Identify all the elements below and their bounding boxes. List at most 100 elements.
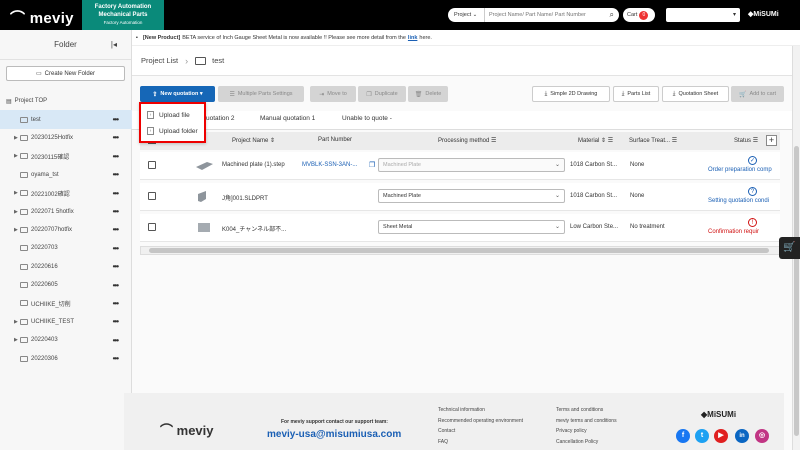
footer-misumi-logo[interactable]: ◆MiSUMi — [701, 410, 736, 419]
processing-method-select[interactable]: Machined Plate ⌄ — [378, 189, 565, 203]
vertical-scrollbar-thumb[interactable] — [794, 146, 799, 436]
footer-email-link[interactable]: meviy-usa@misumiusa.com — [267, 429, 401, 440]
more-options-icon[interactable]: ••• — [113, 152, 119, 161]
sidebar-folder-item[interactable]: ▶ 20230115確認 ••• — [0, 147, 132, 165]
table-row[interactable]: K004_チャンネル部不... Sheet Metal ⌄ Low Carbon St… — [140, 214, 780, 242]
more-options-icon[interactable]: ••• — [113, 225, 119, 234]
sidebar-folder-item[interactable]: 20220306 ••• — [0, 349, 132, 367]
more-options-icon[interactable]: ••• — [113, 133, 119, 142]
sidebar-folder-item[interactable]: ▶ 2022071 5hotfix ••• — [0, 202, 132, 220]
col-status[interactable]: Status ☰ — [734, 137, 758, 144]
col-surface[interactable]: Surface Treat... ☰ — [629, 137, 677, 144]
misumi-logo[interactable]: ◆MiSUMi — [748, 10, 779, 18]
scrollbar-thumb[interactable] — [149, 248, 769, 253]
move-to-button[interactable]: ⇥ Move to — [310, 86, 356, 102]
more-options-icon[interactable]: ••• — [113, 244, 119, 253]
banner-link[interactable]: link — [408, 35, 417, 41]
col-processing[interactable]: Processing method ☰ — [438, 137, 496, 144]
factory-automation-badge[interactable]: Factory Automation Mechanical Parts Fact… — [82, 0, 164, 30]
quotation-sheet-button[interactable]: ⤓ Quotation Sheet — [662, 86, 729, 102]
sidebar-folder-item[interactable]: UCHIIKE_切削 ••• — [0, 294, 132, 312]
part-number[interactable]: MVBLK-SSN-3AN-... — [302, 162, 357, 168]
sidebar-folder-item[interactable]: ▶ 20221002確認 ••• — [0, 184, 132, 202]
status-cell[interactable]: ! Confirmation requir — [708, 218, 798, 235]
delete-button[interactable]: 🗑 Delete — [408, 86, 448, 102]
tab-unable-to-quote[interactable]: Unable to quote - — [342, 115, 392, 122]
table-row[interactable]: J角]001.SLDPRT Machined Plate ⌄ 1018 Carbon … — [140, 183, 780, 211]
part-thumbnail[interactable] — [195, 190, 213, 203]
row-checkbox[interactable] — [148, 192, 156, 200]
sidebar-folder-item[interactable]: ▶ UCHIIKE_TEST ••• — [0, 313, 132, 331]
project-top-item[interactable]: ▤ Project TOP — [0, 92, 132, 110]
table-row[interactable]: Machined plate (1).step MVBLK-SSN-3AN-...… — [140, 152, 780, 180]
col-material[interactable]: Material ⇕ ☰ — [578, 137, 613, 144]
floating-cart-icon[interactable]: 🛒 — [779, 237, 800, 259]
footer-link[interactable]: FAQ — [438, 437, 523, 448]
project-name[interactable]: K004_チャンネル部不... — [222, 224, 286, 233]
breadcrumb-root[interactable]: Project List — [141, 56, 178, 65]
tab-manual-quotation[interactable]: Manual quotation 1 — [260, 115, 315, 122]
cart-button[interactable]: Cart 0 — [623, 8, 655, 22]
user-select[interactable]: ▾ — [666, 8, 740, 22]
processing-method-select[interactable]: Sheet Metal ⌄ — [378, 220, 565, 234]
tab-auto-quotation[interactable]: uotation 2 — [206, 115, 235, 122]
row-checkbox[interactable] — [148, 161, 156, 169]
more-options-icon[interactable]: ••• — [113, 115, 119, 124]
footer-link[interactable]: Technical information — [438, 405, 523, 416]
add-column-button[interactable]: + — [766, 135, 777, 146]
copy-icon[interactable]: ❐ — [369, 161, 375, 169]
more-options-icon[interactable]: ••• — [113, 354, 119, 363]
add-to-cart-button[interactable]: 🛒 Add to cart — [731, 86, 784, 102]
processing-method-select[interactable]: Machined Plate ⌄ — [378, 158, 565, 172]
row-checkbox[interactable] — [148, 223, 156, 231]
instagram-icon[interactable]: ◎ — [755, 429, 769, 443]
facebook-icon[interactable]: f — [676, 429, 690, 443]
part-thumbnail[interactable] — [195, 221, 213, 234]
youtube-icon[interactable]: ▶ — [714, 429, 728, 443]
new-quotation-button[interactable]: ⇪ New quotation ▾ — [140, 86, 215, 102]
horizontal-scrollbar[interactable] — [140, 246, 780, 255]
footer-link[interactable]: Recommended operating environment — [438, 416, 523, 427]
part-thumbnail[interactable] — [195, 159, 213, 172]
sidebar-folder-item[interactable]: ▶ 20220707hotfix ••• — [0, 221, 132, 239]
footer-link[interactable]: meviy terms and conditions — [556, 416, 617, 427]
create-folder-button[interactable]: ▭ Create New Folder — [6, 66, 125, 81]
footer-meviy-logo[interactable]: ⌒ meviy — [160, 420, 214, 439]
upload-folder-item[interactable]: ↑ Upload folder — [147, 127, 198, 135]
more-options-icon[interactable]: ••• — [113, 207, 119, 216]
col-project-name[interactable]: Project Name ⇕ — [232, 137, 275, 144]
more-options-icon[interactable]: ••• — [113, 170, 119, 179]
more-options-icon[interactable]: ••• — [113, 262, 119, 271]
search-scope-select[interactable]: Project ⌄ — [448, 8, 485, 22]
sidebar-folder-item[interactable]: ▶ 20230125Hotfix ••• — [0, 129, 132, 147]
sidebar-folder-item[interactable]: 20220616 ••• — [0, 258, 132, 276]
more-options-icon[interactable]: ••• — [113, 281, 119, 290]
sidebar-folder-item[interactable]: ▶ 20220403 ••• — [0, 331, 132, 349]
multiple-parts-settings-button[interactable]: ☰ Multiple Parts Settings — [218, 86, 304, 102]
more-options-icon[interactable]: ••• — [113, 336, 119, 345]
parts-list-button[interactable]: ⤓ Parts List — [613, 86, 659, 102]
footer-link[interactable]: Privacy policy — [556, 426, 617, 437]
sidebar-folder-item[interactable]: test ••• — [0, 110, 132, 129]
footer-link[interactable]: Cancellation Policy — [556, 437, 617, 448]
project-name[interactable]: Machined plate (1).step — [222, 162, 285, 168]
duplicate-button[interactable]: ❐ Duplicate — [358, 86, 406, 102]
sidebar-folder-item[interactable]: 20220605 ••• — [0, 276, 132, 294]
meviy-logo[interactable]: ⌒ meviy — [10, 7, 74, 28]
sidebar-folder-item[interactable]: oyama_tst ••• — [0, 166, 132, 184]
footer-link[interactable]: Contact — [438, 426, 523, 437]
sidebar-folder-item[interactable]: 20220703 ••• — [0, 239, 132, 257]
more-options-icon[interactable]: ••• — [113, 299, 119, 308]
project-name[interactable]: J角]001.SLDPRT — [222, 193, 268, 202]
collapse-sidebar-icon[interactable]: |◂ — [111, 40, 117, 49]
twitter-icon[interactable]: t — [695, 429, 709, 443]
status-cell[interactable]: ✓ Order preparation comp — [708, 156, 798, 173]
more-options-icon[interactable]: ••• — [113, 189, 119, 198]
simple-2d-drawing-button[interactable]: ⤓ Simple 2D Drawing — [532, 86, 610, 102]
more-options-icon[interactable]: ••• — [113, 317, 119, 326]
upload-file-item[interactable]: ↑ Upload file — [147, 111, 190, 119]
search-icon[interactable]: ⌕ — [610, 10, 614, 20]
footer-link[interactable]: Terms and conditions — [556, 405, 617, 416]
status-cell[interactable]: ? Setting quotation condi — [708, 187, 798, 204]
linkedin-icon[interactable]: in — [735, 429, 749, 443]
